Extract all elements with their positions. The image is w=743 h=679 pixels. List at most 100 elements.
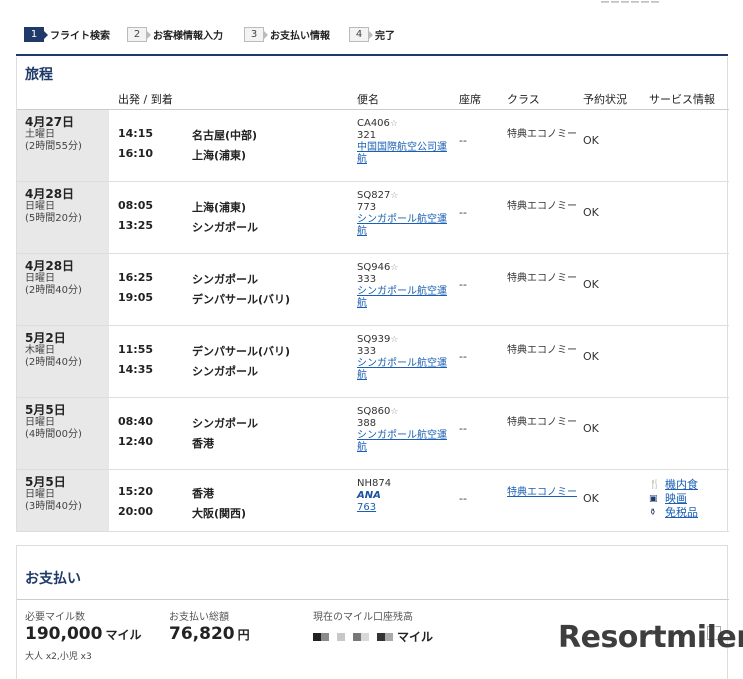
dep-airport: 名古屋(中部)	[192, 129, 258, 142]
arr-airport: シンガポール	[192, 221, 258, 234]
flight-info: SQ939☆ 333 シンガポール航空運航	[357, 334, 453, 382]
itinerary-section: 旅程 出発 / 到着 便名 座席 クラス 予約状況 サービス情報 4月27日 土…	[16, 57, 729, 532]
aircraft-type: 321	[357, 130, 377, 141]
itinerary-row: 4月27日 土曜日 (2時間55分) 14:15 名古屋(中部) 16:10 上…	[17, 110, 729, 182]
seat: --	[459, 278, 467, 291]
ana-logo: ANA	[357, 490, 381, 501]
balance-label: 現在のマイル口座残高	[313, 612, 413, 623]
status: OK	[583, 206, 599, 219]
step-label: 完了	[375, 30, 395, 42]
header-seat: 座席	[459, 93, 481, 106]
itinerary-row: 5月5日 日曜日 (4時間00分) 08:40 シンガポール 12:40 香港 …	[17, 398, 729, 470]
status: OK	[583, 134, 599, 147]
header-class: クラス	[507, 93, 540, 106]
dep-time: 16:25	[118, 271, 154, 284]
miles-unit: マイル	[105, 628, 142, 642]
star-icon: ☆	[390, 335, 399, 345]
balance-value-mosaic: マイル	[313, 628, 433, 645]
carrier-link[interactable]: 中国国際航空公司運航	[357, 142, 447, 165]
seat: --	[459, 492, 467, 505]
star-icon: ☆	[389, 119, 398, 129]
header-flight: 便名	[357, 93, 379, 106]
step-number: 3	[244, 26, 268, 42]
flight-info: SQ827☆ 773 シンガポール航空運航	[357, 190, 453, 238]
row-duration: (2時間40分)	[25, 285, 82, 296]
step-label: お客様情報入力	[153, 30, 223, 42]
flight-number: NH874	[357, 478, 392, 489]
status: OK	[583, 350, 599, 363]
carrier-link[interactable]: シンガポール航空運航	[357, 430, 447, 453]
aircraft-type: 388	[357, 418, 377, 429]
progress-steps: 1 フライト検索 2 お客様情報入力 3 お支払い情報 4 完了	[16, 26, 728, 56]
status: OK	[583, 492, 599, 505]
row-weekday: 日曜日	[25, 273, 55, 284]
miles-value: 190,000	[25, 624, 103, 644]
class: 特典エコノミー	[507, 417, 577, 428]
movie-icon: ▣	[649, 494, 658, 504]
step-number: 2	[127, 26, 151, 42]
step-flight-search: 1 フライト検索	[24, 26, 110, 42]
service-movie-link[interactable]: 映画	[665, 492, 687, 506]
payment-title: お支払い	[25, 571, 81, 587]
step-complete: 4 完了	[349, 26, 395, 42]
arr-airport: 香港	[192, 437, 214, 450]
star-icon: ☆	[390, 407, 399, 417]
watermark-text: Resortmiler	[558, 620, 743, 655]
row-duration: (3時間40分)	[25, 501, 82, 512]
meal-icon: 🍴	[649, 480, 661, 490]
row-duration: (5時間20分)	[25, 213, 82, 224]
row-duration: (2時間55分)	[25, 141, 82, 152]
flight-info: CA406☆ 321 中国国際航空公司運航	[357, 118, 453, 166]
date-cell: 4月28日 日曜日 (2時間40分)	[17, 254, 109, 325]
dep-airport: 香港	[192, 487, 214, 500]
carrier-link[interactable]: シンガポール航空運航	[357, 286, 447, 309]
payment-section: お支払い 必要マイル数 190,000 マイル 大人 x2,小児 x3 お支払い総…	[16, 545, 729, 679]
step-customer-info: 2 お客様情報入力	[127, 26, 223, 42]
row-date: 5月2日	[25, 331, 66, 345]
row-date: 4月28日	[25, 259, 75, 273]
flight-info: NH874 ANA 763	[357, 478, 453, 514]
status: OK	[583, 422, 599, 435]
carrier-link[interactable]: シンガポール航空運航	[357, 214, 447, 237]
row-date: 4月27日	[25, 115, 75, 129]
status: OK	[583, 278, 599, 291]
dep-airport: デンパサール(バリ)	[192, 345, 291, 358]
header-route: 出発 / 到着	[118, 93, 173, 106]
seat: --	[459, 134, 467, 147]
dep-time: 08:40	[118, 415, 154, 428]
star-icon: ☆	[390, 263, 399, 273]
class-link[interactable]: 特典エコノミー	[507, 486, 579, 499]
date-cell: 4月28日 日曜日 (5時間20分)	[17, 182, 109, 253]
arr-airport: 上海(浦東)	[192, 149, 247, 162]
flight-number: SQ860	[357, 406, 391, 417]
aircraft-link[interactable]: 763	[357, 502, 376, 513]
arr-time: 12:40	[118, 435, 154, 448]
payment-divider	[17, 599, 729, 600]
service-info: 🍴 機内食 ▣ 映画 ⚱ 免税品	[649, 478, 698, 520]
aircraft-type: 333	[357, 274, 377, 285]
service-meal-link[interactable]: 機内食	[665, 478, 698, 492]
itinerary-row: 4月28日 日曜日 (5時間20分) 08:05 上海(浦東) 13:25 シン…	[17, 182, 729, 254]
star-icon: ☆	[390, 191, 399, 201]
top-clipped-text: ーーーーーー	[600, 0, 660, 9]
step-label: フライト検索	[50, 30, 110, 42]
service-dutyfree-link[interactable]: 免税品	[665, 506, 698, 520]
duty-free-icon: ⚱	[649, 508, 657, 518]
row-duration: (4時間00分)	[25, 429, 82, 440]
carrier-link[interactable]: シンガポール航空運航	[357, 358, 447, 381]
flight-number: SQ939	[357, 334, 391, 345]
arr-airport: デンパサール(バリ)	[192, 293, 291, 306]
row-weekday: 土曜日	[25, 129, 55, 140]
row-duration: (2時間40分)	[25, 357, 82, 368]
row-weekday: 木曜日	[25, 345, 55, 356]
total-amount: 76,820 円	[169, 624, 250, 644]
row-weekday: 日曜日	[25, 201, 55, 212]
class: 特典エコノミー	[507, 345, 577, 356]
dep-airport: 上海(浦東)	[192, 201, 247, 214]
passenger-count: 大人 x2,小児 x3	[25, 652, 92, 662]
aircraft-type: 333	[357, 346, 377, 357]
itinerary-row: 5月5日 日曜日 (3時間40分) 15:20 香港 20:00 大阪(関西) …	[17, 470, 729, 532]
class: 特典エコノミー	[507, 273, 577, 284]
seat: --	[459, 206, 467, 219]
row-date: 5月5日	[25, 475, 66, 489]
